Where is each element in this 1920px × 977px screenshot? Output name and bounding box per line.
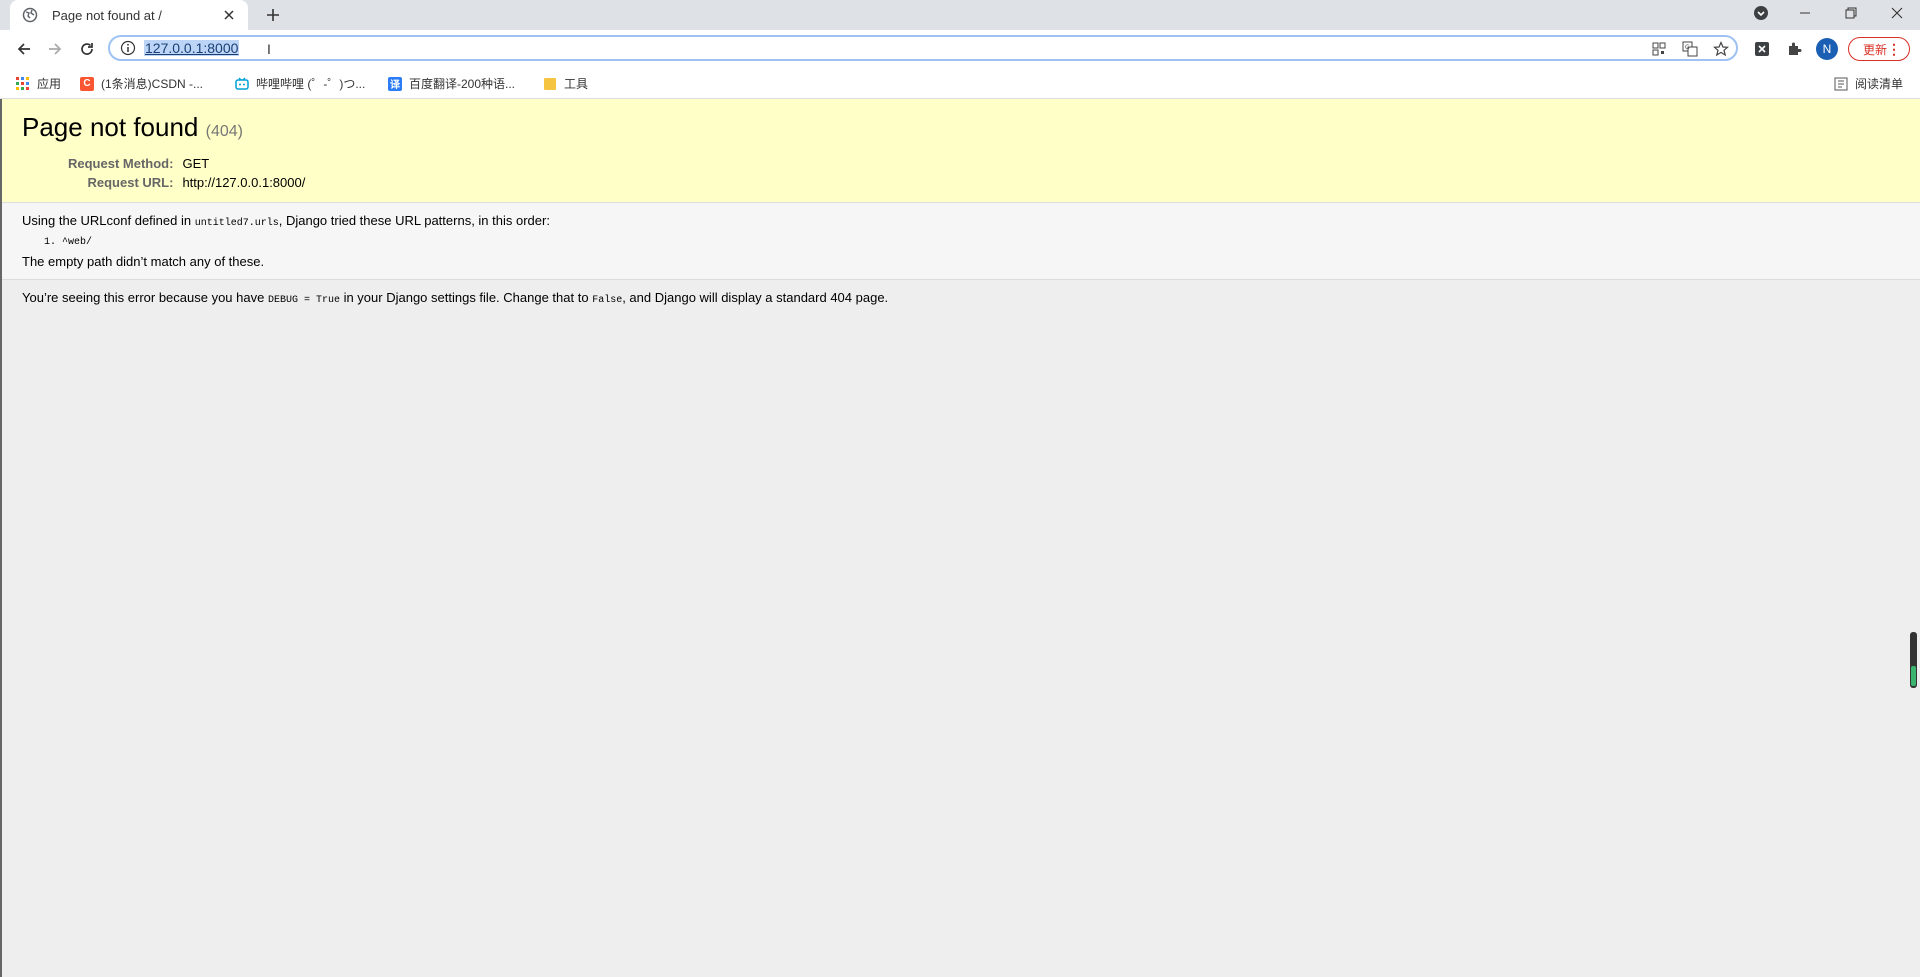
explanation-part3: , and Django will display a standard 404… [622, 290, 889, 305]
more-menu-icon: ⋮ [1887, 41, 1901, 57]
reading-list-label: 阅读清单 [1855, 77, 1904, 91]
urlconf-suffix: , Django tried these URL patterns, in th… [278, 213, 550, 228]
scroll-indicator [1911, 666, 1916, 686]
address-bar[interactable]: 127.0.0.1:8000 I G [108, 35, 1738, 61]
browser-tab[interactable]: Page not found at / [10, 0, 248, 30]
bookmark-star-icon[interactable] [1712, 40, 1730, 58]
bookmark-label: 哔哩哔哩 (゜-゜)つ... [256, 77, 366, 91]
extension-x-icon[interactable] [1752, 39, 1772, 59]
urlconf-sentence: Using the URLconf defined in untitled7.u… [22, 213, 1900, 232]
request-table: Request Method: GET Request URL: http://… [42, 154, 305, 192]
scrollbar-thumb[interactable] [1910, 632, 1917, 688]
folder-icon [543, 77, 557, 91]
reading-list-button[interactable]: 阅读清单 [1834, 75, 1903, 92]
urlconf-info: Using the URLconf defined in untitled7.u… [2, 203, 1920, 280]
minimize-icon[interactable] [1782, 0, 1828, 26]
debug-explanation: You’re seeing this error because you hav… [2, 280, 1920, 319]
url-pattern: ^web/ [62, 236, 1900, 250]
status-code: (404) [205, 123, 243, 140]
tab-search-icon[interactable] [1738, 0, 1784, 26]
bookmark-bilibili[interactable]: 哔哩哔哩 (゜-゜)つ... [235, 75, 365, 92]
bookmark-folder-tools[interactable]: 工具 [543, 75, 588, 92]
false-code: False [592, 295, 623, 306]
bookmarks-bar: 应用 C (1条消息)CSDN -... 哔哩哔哩 (゜-゜)つ... 译 百度… [0, 68, 1920, 99]
restore-icon[interactable] [1828, 0, 1874, 26]
error-summary: Page not found (404) Request Method: GET… [2, 99, 1920, 203]
request-method-value: GET [182, 156, 210, 171]
arrow-right-icon [49, 43, 62, 55]
bookmark-apps[interactable]: 应用 [16, 75, 61, 92]
new-tab-button[interactable] [262, 4, 284, 26]
reload-icon [81, 43, 93, 55]
update-button[interactable]: 更新 ⋮ [1848, 37, 1910, 61]
page-content: Page not found (404) Request Method: GET… [0, 99, 1920, 977]
browser-toolbar: 127.0.0.1:8000 I G N 更新 ⋮ [0, 30, 1920, 68]
request-method-label: Request Method: [68, 156, 174, 171]
bookmark-label: 工具 [564, 77, 589, 91]
page-title: Page not found (404) [22, 111, 1900, 148]
no-match-text: The empty path didn’t match any of these… [22, 254, 265, 269]
close-tab-icon[interactable] [220, 6, 238, 24]
csdn-icon: C [80, 76, 94, 91]
profile-avatar[interactable]: N [1816, 38, 1838, 60]
bookmark-label: (1条消息)CSDN -... [101, 77, 204, 91]
tab-title: Page not found at / [52, 7, 162, 23]
debug-code: DEBUG = True [267, 295, 340, 306]
bookmark-csdn[interactable]: C (1条消息)CSDN -... [80, 75, 203, 92]
tab-strip: Page not found at / [0, 0, 1920, 30]
globe-icon [22, 7, 38, 23]
explanation-part2: in your Django settings file. Change tha… [339, 290, 593, 305]
error-title: Page not found [22, 112, 199, 142]
urlconf-prefix: Using the URLconf defined in [22, 213, 195, 228]
update-label: 更新 [1863, 42, 1888, 57]
back-button[interactable] [12, 37, 36, 61]
explanation-text: You’re seeing this error because you hav… [22, 290, 1900, 309]
reading-list-icon [1834, 77, 1848, 91]
translate-icon[interactable]: G [1681, 40, 1699, 58]
request-url-label: Request URL: [87, 175, 174, 190]
bookmark-baidu-translate[interactable]: 译 百度翻译-200种语... [388, 75, 515, 92]
baidu-translate-icon: 译 [388, 76, 402, 91]
bilibili-icon [235, 77, 249, 91]
reload-button[interactable] [75, 37, 99, 61]
svg-text:G: G [1685, 44, 1690, 51]
request-url-value: http://127.0.0.1:8000/ [182, 175, 306, 190]
bookmark-label: 百度翻译-200种语... [409, 77, 516, 91]
forward-button[interactable] [43, 37, 67, 61]
urlconf-name: untitled7.urls [194, 218, 279, 229]
bookmark-label: 应用 [37, 77, 62, 91]
close-window-icon[interactable] [1874, 0, 1920, 26]
apps-grid-icon [16, 76, 30, 91]
extensions-puzzle-icon[interactable] [1784, 39, 1804, 59]
text-cursor-icon: I [267, 41, 271, 57]
site-info-icon[interactable] [120, 40, 136, 56]
arrow-left-icon [17, 43, 30, 55]
address-url[interactable]: 127.0.0.1:8000 [144, 40, 240, 56]
explanation-part1: You’re seeing this error because you hav… [22, 290, 268, 305]
url-pattern-list: ^web/ [22, 236, 1900, 250]
qr-code-icon[interactable] [1650, 40, 1668, 58]
